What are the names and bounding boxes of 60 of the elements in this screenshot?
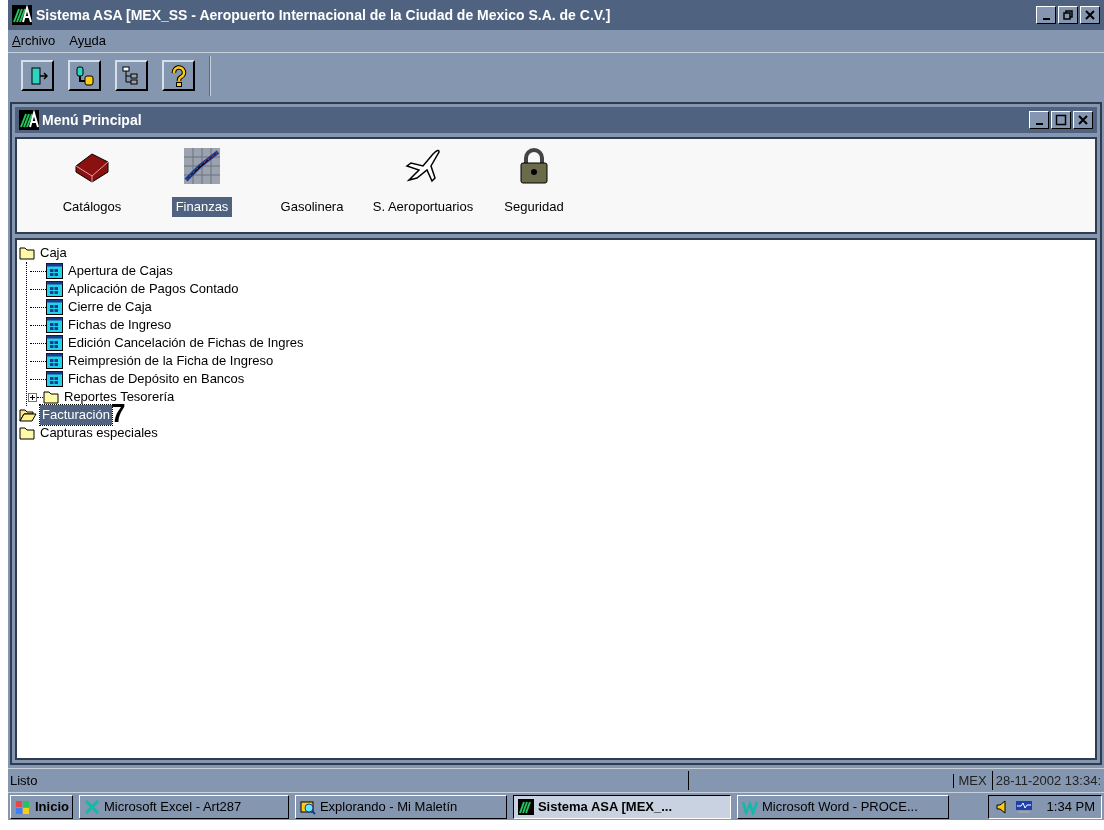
module-label[interactable]: Gasolinera [276, 197, 348, 217]
window-title: Sistema ASA [MEX_SS - Aeropuerto Internacional de la Ciudad de Mexico S.A. de C.V.] [36, 5, 611, 25]
toolbar-button[interactable] [162, 60, 195, 91]
tree-item[interactable]: Fichas de Ingreso [66, 315, 174, 335]
restore-icon [1062, 9, 1074, 21]
maximize-button[interactable] [1051, 111, 1071, 129]
toolbar-button[interactable] [21, 60, 54, 91]
menu-item[interactable]: Archivo [12, 31, 56, 51]
annotation-number: 7 [111, 400, 126, 426]
tree-item[interactable]: Apertura de Cajas [66, 261, 175, 281]
close-button[interactable] [1080, 6, 1100, 24]
minimize-icon [1035, 123, 1043, 125]
close-button[interactable] [1073, 111, 1093, 129]
maximize-icon [1055, 114, 1067, 126]
close-icon [1077, 114, 1089, 126]
status-text: Listo [8, 770, 689, 791]
taskbar-button[interactable]: Microsoft Excel - Art287 [78, 794, 289, 819]
taskbar-button[interactable]: Microsoft Word - PROCE... [736, 794, 949, 819]
expand-toggle[interactable] [28, 392, 37, 402]
folder-magnifier-icon [299, 798, 316, 815]
windows-flag-icon [14, 798, 32, 815]
open-folder-icon [19, 407, 37, 423]
close-icon [1084, 9, 1096, 21]
folder-icon [19, 245, 35, 261]
toolbar-button[interactable] [115, 60, 148, 91]
minimize-button[interactable] [1029, 111, 1049, 129]
clock: 1:34 PM [1046, 797, 1095, 816]
app-logo-icon [517, 798, 534, 815]
minimize-button[interactable] [1036, 6, 1056, 24]
module-label[interactable]: Finanzas [171, 197, 233, 217]
module-label[interactable]: S. Aeroportuarios [368, 197, 478, 217]
tree-item[interactable]: Fichas de Depósito en Bancos [66, 369, 247, 389]
tree-item[interactable]: Aplicación de Pagos Contado [66, 279, 241, 299]
status-location: MEX [953, 770, 993, 791]
toolbar-button[interactable] [68, 60, 101, 91]
tree-item[interactable]: Cierre de Caja [66, 297, 154, 317]
status-datetime: 28-11-2002 13:34: [994, 771, 1102, 790]
tree-item[interactable]: Capturas especiales [38, 423, 160, 443]
taskbar-button[interactable]: Sistema ASA [MEX_... [512, 794, 731, 819]
folder-icon [19, 425, 35, 441]
tree-item[interactable]: Facturación [40, 405, 112, 425]
restore-button[interactable] [1058, 6, 1078, 24]
taskbar-button[interactable]: Explorando - Mi Maletín [294, 794, 507, 819]
module-label[interactable]: Seguridad [500, 197, 568, 217]
speaker-icon[interactable] [994, 799, 1009, 814]
tree-item[interactable]: Edición Cancelación de Fichas de Ingres [66, 333, 306, 353]
network-monitor-icon[interactable] [1014, 799, 1033, 814]
chart-icon[interactable] [182, 146, 222, 186]
app-logo-icon [12, 5, 32, 25]
x-letter-icon [83, 798, 100, 815]
database-icon [73, 64, 96, 87]
tree-item[interactable]: Caja [38, 243, 69, 263]
start-button[interactable]: Inicio [10, 794, 73, 819]
plus-icon [29, 393, 36, 401]
app-logo-icon [19, 110, 39, 130]
child-window-title: Menú Principal [42, 110, 142, 130]
module-label[interactable]: Catálogos [58, 197, 126, 217]
minimize-icon [1042, 18, 1050, 20]
tree-item[interactable]: Reimpresión de la Ficha de Ingreso [66, 351, 276, 371]
menu-item[interactable]: Ayuda [69, 31, 106, 51]
